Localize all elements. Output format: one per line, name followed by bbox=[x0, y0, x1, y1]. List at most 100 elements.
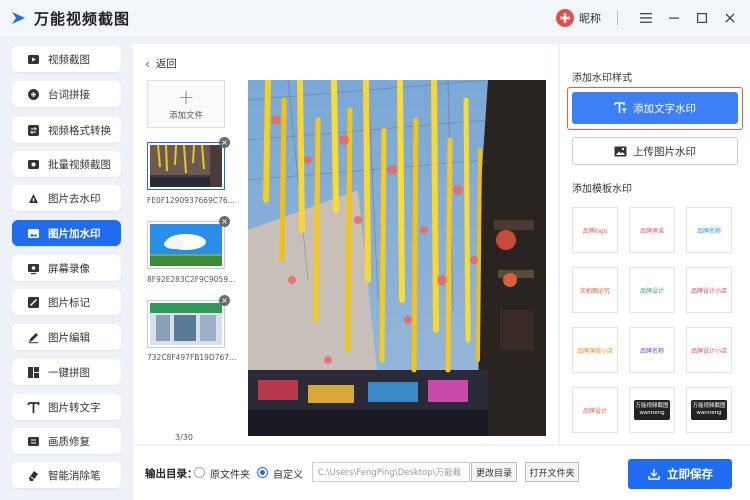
sidebar-item-label: 图片编辑 bbox=[48, 331, 90, 344]
watermark-template[interactable]: 品牌设计小店 bbox=[686, 267, 732, 313]
watermark-template[interactable]: 品牌名称 bbox=[686, 207, 732, 253]
watermark-template[interactable]: 品牌设计 bbox=[572, 387, 618, 433]
template-text: 品牌设计小店 bbox=[690, 287, 727, 295]
watermark-style-title: 添加水印样式 bbox=[572, 73, 632, 84]
template-text: 品牌设计小店 bbox=[690, 347, 727, 355]
template-subtext: wanneng bbox=[639, 410, 665, 416]
file-thumbnail-2[interactable]: × bbox=[147, 216, 230, 269]
original-folder-label[interactable]: 原文件夹 bbox=[210, 466, 250, 481]
sidebar-item-quality-repair[interactable]: 画质修复 bbox=[12, 428, 121, 454]
sidebar-item-smart-eraser[interactable]: 智能消除笔 bbox=[12, 462, 121, 488]
watermark-panel: 添加水印样式 添加文字水印 上传图片水印 添加模板水印 品牌logo 品牌承诺 … bbox=[560, 44, 750, 444]
open-folder-button[interactable]: 打开文件夹 bbox=[525, 462, 579, 482]
batch-capture-icon bbox=[26, 157, 40, 171]
store-thumbnail-image bbox=[150, 303, 222, 345]
sidebar-item-video-convert[interactable]: 视频格式转换 bbox=[12, 117, 121, 143]
remove-file-icon[interactable]: × bbox=[219, 295, 230, 306]
sidebar-item-image-to-text[interactable]: 图片转文字 bbox=[12, 394, 121, 420]
template-badge: 万能视频截图 wanneng bbox=[634, 400, 670, 420]
sidebar-item-subtitle-stitch[interactable]: 台词拼接 bbox=[12, 81, 121, 107]
sidebar-item-collage[interactable]: 一键拼图 bbox=[12, 359, 121, 385]
sidebar: 视频截图 台词拼接 视频格式转换 批量视频截图 图片去水印 图片加水印 屏幕录像… bbox=[0, 36, 132, 500]
template-text: 实拍图必究 bbox=[579, 287, 610, 295]
plus-icon: + bbox=[177, 84, 195, 109]
sidebar-item-video-capture[interactable]: 视频截图 bbox=[12, 46, 121, 72]
template-text: 品牌承诺 bbox=[639, 227, 664, 235]
change-dir-button[interactable]: 更改目录 bbox=[471, 462, 517, 482]
template-text: 万能视频截图 bbox=[692, 403, 726, 409]
quality-repair-icon bbox=[26, 434, 40, 448]
main-panel: ‹ 返回 + 添加文件 × FE0F1290937669C76... × 8F9… bbox=[133, 44, 558, 444]
sidebar-item-label: 智能消除笔 bbox=[48, 469, 101, 482]
collage-icon bbox=[26, 365, 40, 379]
smart-eraser-icon bbox=[26, 468, 40, 482]
output-dir-label: 输出目录： bbox=[145, 468, 198, 480]
file-name: 8F92E283C2F9C9059... bbox=[147, 275, 236, 284]
title-divider bbox=[617, 11, 618, 25]
lantern-thumbnail-image bbox=[150, 144, 222, 187]
template-watermark-title: 添加模板水印 bbox=[572, 184, 632, 195]
remove-file-icon[interactable]: × bbox=[219, 137, 230, 148]
subtitle-stitch-icon bbox=[26, 87, 40, 101]
watermark-template[interactable]: 品牌设计小店 bbox=[686, 327, 732, 373]
template-text: 品牌名称 bbox=[639, 347, 664, 355]
sidebar-item-label: 一键拼图 bbox=[48, 366, 90, 379]
watermark-template[interactable]: 品牌承诺 bbox=[629, 207, 675, 253]
close-icon[interactable] bbox=[716, 0, 744, 36]
flower-icon bbox=[559, 12, 571, 24]
maximize-icon[interactable] bbox=[688, 0, 716, 36]
bottom-bar: 输出目录： 原文件夹 自定义 更改目录 打开文件夹 立即保存 bbox=[133, 446, 750, 500]
template-text: 品牌设计 bbox=[639, 287, 664, 295]
watermark-template[interactable]: 实拍图必究 bbox=[572, 267, 618, 313]
sidebar-item-label: 画质修复 bbox=[48, 435, 90, 448]
minimize-icon[interactable] bbox=[660, 0, 688, 36]
output-path-input[interactable] bbox=[312, 462, 470, 482]
upload-image-watermark-button[interactable]: 上传图片水印 bbox=[572, 137, 738, 165]
back-label: 返回 bbox=[155, 58, 177, 70]
file-thumbnail-3[interactable]: × bbox=[147, 295, 230, 348]
sidebar-item-label: 图片去水印 bbox=[48, 192, 101, 205]
avatar[interactable] bbox=[556, 9, 574, 27]
sidebar-item-image-mark[interactable]: 图片标记 bbox=[12, 289, 121, 315]
video-capture-icon bbox=[26, 52, 40, 66]
sidebar-item-add-watermark[interactable]: 图片加水印 bbox=[12, 220, 121, 246]
file-thumbnail-1[interactable]: × bbox=[147, 137, 230, 190]
back-button[interactable]: ‹ 返回 bbox=[145, 56, 177, 71]
file-name: FE0F1290937669C76... bbox=[147, 196, 235, 205]
watermark-template[interactable]: 品牌设计 bbox=[629, 267, 675, 313]
sidebar-item-remove-watermark[interactable]: 图片去水印 bbox=[12, 185, 121, 211]
add-file-label: 添加文件 bbox=[168, 110, 203, 121]
chevron-left-icon: ‹ bbox=[145, 56, 150, 71]
template-text: 万能视频截图 bbox=[635, 403, 669, 409]
lantern-street-image bbox=[248, 80, 546, 436]
add-watermark-icon bbox=[26, 226, 40, 240]
sidebar-item-screen-record[interactable]: 屏幕录像 bbox=[12, 255, 121, 281]
template-text: 品牌旗舰小店 bbox=[576, 347, 613, 355]
menu-icon[interactable] bbox=[632, 0, 660, 36]
watermark-template[interactable]: 品牌logo bbox=[572, 207, 618, 253]
radio-original-folder[interactable] bbox=[194, 467, 205, 478]
image-preview[interactable] bbox=[248, 80, 546, 436]
page-indicator: 3/30 bbox=[175, 433, 193, 442]
add-file-button[interactable]: + 添加文件 bbox=[147, 80, 225, 128]
watermark-template[interactable]: 品牌旗舰小店 bbox=[572, 327, 618, 373]
sidebar-item-image-edit[interactable]: 图片编辑 bbox=[12, 324, 121, 350]
add-text-watermark-button[interactable]: 添加文字水印 bbox=[572, 92, 738, 124]
remove-file-icon[interactable]: × bbox=[219, 216, 230, 227]
file-name: 732C8F497FB19D767... bbox=[147, 353, 237, 362]
watermark-template[interactable]: 万能视频截图 wanneng bbox=[629, 387, 675, 433]
radio-custom-folder[interactable] bbox=[257, 467, 268, 478]
template-text: 品牌logo bbox=[582, 227, 608, 235]
sidebar-item-batch-capture[interactable]: 批量视频截图 bbox=[12, 151, 121, 177]
upload-image-watermark-label: 上传图片水印 bbox=[633, 145, 696, 158]
watermark-template[interactable]: 万能视频截图 wanneng bbox=[686, 387, 732, 433]
sidebar-item-label: 视频格式转换 bbox=[48, 124, 111, 137]
sidebar-item-label: 屏幕录像 bbox=[48, 262, 90, 275]
user-nickname[interactable]: 昵称 bbox=[579, 10, 601, 26]
watermark-template[interactable]: 品牌名称 bbox=[629, 327, 675, 373]
image-edit-icon bbox=[26, 330, 40, 344]
save-now-button[interactable]: 立即保存 bbox=[628, 459, 732, 489]
custom-folder-label[interactable]: 自定义 bbox=[273, 466, 303, 481]
sidebar-item-label: 台词拼接 bbox=[48, 88, 90, 101]
video-convert-icon bbox=[26, 123, 40, 137]
